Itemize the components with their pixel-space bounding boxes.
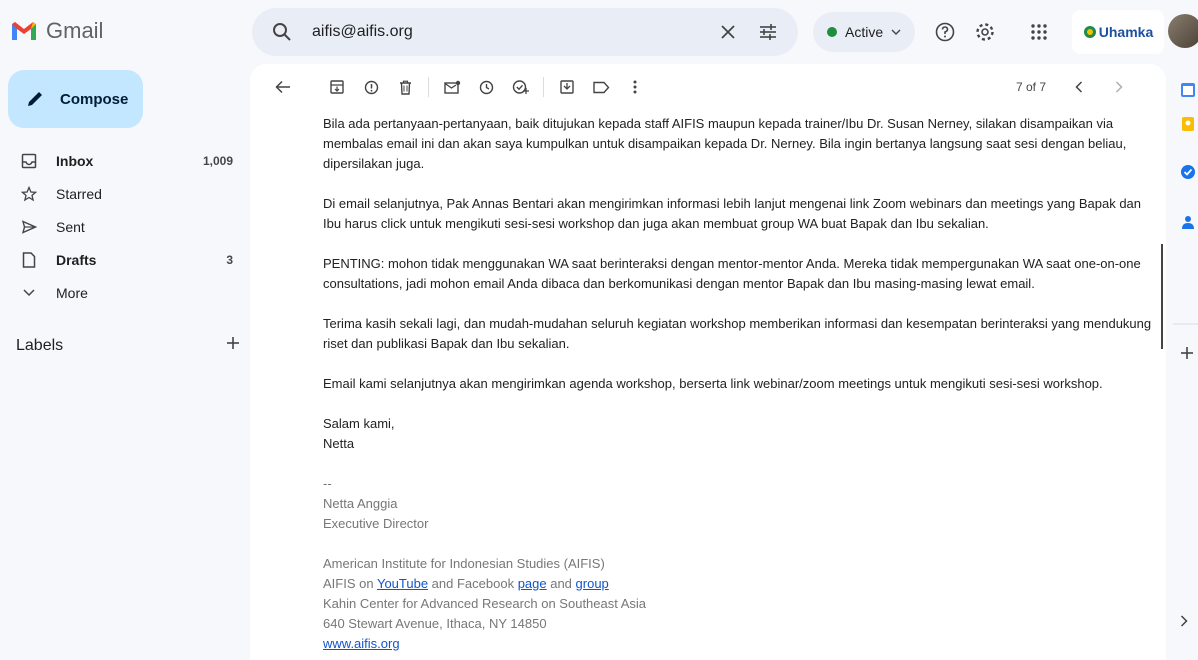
report-spam-icon[interactable] (354, 70, 388, 104)
keep-icon[interactable] (1180, 116, 1196, 137)
snooze-clock-icon[interactable] (469, 70, 503, 104)
sidebar-item-label: Starred (56, 185, 102, 202)
chevron-down-icon (20, 288, 38, 297)
sidebar-item-inbox[interactable]: Inbox 1,009 (0, 144, 245, 177)
active-status-dot (827, 27, 837, 37)
pagination: 7 of 7 (1016, 70, 1136, 104)
compose-label: Compose (60, 90, 129, 108)
divider-line (1173, 312, 1198, 330)
sidebar-item-drafts[interactable]: Drafts 3 (0, 243, 245, 276)
app-name: Gmail (46, 18, 104, 43)
email-paragraph: Di email selanjutnya, Pak Annas Bentari … (323, 196, 1142, 231)
sidebar-item-label: Sent (56, 218, 85, 235)
search-options-icon[interactable] (748, 12, 788, 52)
add-label-icon[interactable] (226, 336, 240, 355)
search-input[interactable]: aifis@aifis.org (312, 23, 708, 41)
status-selector[interactable]: Active (813, 12, 916, 52)
email-body: Bila ada pertanyaan-pertanyaan, baik dit… (323, 114, 1153, 654)
email-paragraph: Email kami selanjutnya akan mengirimkan … (323, 376, 1103, 391)
sidebar-item-label: Inbox (56, 152, 94, 169)
pencil-icon (28, 92, 42, 106)
email-paragraph: PENTING: mohon tidak menggunakan WA saat… (323, 256, 1141, 291)
more-options-icon[interactable] (618, 70, 652, 104)
email-paragraph: Bila ada pertanyaan-pertanyaan, baik dit… (323, 116, 1127, 171)
back-arrow-icon[interactable] (266, 70, 300, 104)
email-closing: Salam kami, (323, 416, 395, 431)
archive-icon[interactable] (320, 70, 354, 104)
add-to-tasks-icon[interactable] (503, 70, 537, 104)
star-icon (20, 185, 38, 202)
delete-trash-icon[interactable] (388, 70, 422, 104)
mark-unread-icon[interactable] (435, 70, 469, 104)
signature-address: 640 Stewart Avenue, Ithaca, NY 14850 (323, 616, 547, 631)
sidebar-item-sent[interactable]: Sent (0, 210, 245, 243)
toolbar-divider (428, 77, 429, 97)
sidebar-nav: Inbox 1,009 Starred Sent Drafts 3 More (0, 144, 245, 309)
expand-panel-chevron-icon[interactable] (1180, 614, 1188, 632)
email-closing-block: Salam kami, Netta (323, 414, 1153, 454)
org-name: Uhamka (1098, 24, 1154, 40)
email-paragraph: Terima kasih sekali lagi, dan mudah-muda… (323, 316, 1152, 351)
signature-text: and (546, 576, 576, 591)
status-label: Active (845, 24, 884, 40)
facebook-group-link[interactable]: group (576, 576, 609, 591)
email-signature: -- Netta Anggia Executive Director Ameri… (323, 474, 1153, 654)
sidebar-item-more[interactable]: More (0, 276, 245, 309)
signature-separator: -- (323, 476, 332, 491)
account-avatar[interactable] (1168, 14, 1198, 48)
email-toolbar: 7 of 7 (250, 64, 1166, 110)
add-addon-icon[interactable] (1180, 346, 1194, 365)
website-link[interactable]: www.aifis.org (323, 636, 400, 651)
drafts-count: 3 (226, 252, 233, 267)
labels-header: Labels (16, 336, 240, 355)
contacts-icon[interactable] (1180, 214, 1196, 235)
settings-gear-icon[interactable] (965, 12, 1005, 52)
clear-search-icon[interactable] (708, 12, 748, 52)
help-icon[interactable] (925, 12, 965, 52)
signature-name: Netta Anggia (323, 496, 398, 511)
label-tag-icon[interactable] (584, 70, 618, 104)
email-view: 7 of 7 Bila ada pertanyaan-pertanyaan, b… (250, 64, 1166, 660)
send-icon (20, 219, 38, 235)
uhamka-emblem-icon (1083, 26, 1096, 38)
signature-text: and Facebook (428, 576, 518, 591)
next-chevron-icon[interactable] (1102, 70, 1136, 104)
signature-social-line: AIFIS on YouTube and Facebook page and g… (323, 574, 1153, 594)
search-icon[interactable] (262, 12, 302, 52)
sidebar-item-label: Drafts (56, 251, 97, 268)
email-sender-name: Netta (323, 436, 355, 451)
gmail-logo[interactable]: Gmail (10, 18, 103, 44)
calendar-icon[interactable] (1180, 82, 1196, 103)
inbox-icon (20, 153, 38, 169)
previous-chevron-icon[interactable] (1062, 70, 1096, 104)
chevron-down-icon (891, 29, 901, 35)
signature-center: Kahin Center for Advanced Research on So… (323, 596, 647, 611)
tasks-icon[interactable] (1180, 164, 1196, 185)
organization-logo[interactable]: Uhamka (1072, 10, 1164, 54)
toolbar-divider (543, 77, 544, 97)
pagination-text: 7 of 7 (1015, 80, 1046, 94)
signature-text: AIFIS on (323, 576, 377, 591)
sidebar-item-label: More (56, 284, 88, 301)
draft-file-icon (20, 251, 38, 268)
gmail-m-icon (12, 22, 36, 40)
signature-title: Executive Director (323, 516, 429, 531)
apps-grid-icon[interactable] (1019, 12, 1059, 52)
facebook-page-link[interactable]: page (518, 576, 547, 591)
signature-organization: American Institute for Indonesian Studie… (323, 556, 605, 571)
inbox-unread-count: 1,009 (202, 153, 233, 168)
sidebar-item-starred[interactable]: Starred (0, 177, 245, 210)
youtube-link[interactable]: YouTube (377, 576, 428, 591)
scrollbar-thumb[interactable] (1161, 244, 1163, 349)
compose-button[interactable]: Compose (8, 70, 143, 128)
search-bar[interactable]: aifis@aifis.org (252, 8, 798, 56)
labels-title: Labels (16, 336, 64, 354)
move-to-icon[interactable] (550, 70, 584, 104)
